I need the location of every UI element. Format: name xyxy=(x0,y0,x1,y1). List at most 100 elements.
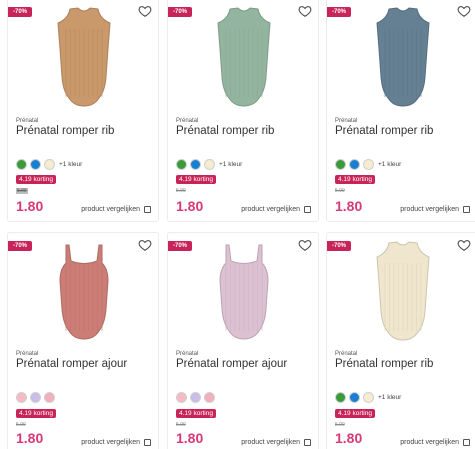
product-brand: Prénatal xyxy=(176,118,199,124)
discount-badge: -70% xyxy=(327,241,352,251)
discount-badge: -70% xyxy=(8,7,33,17)
product-image[interactable] xyxy=(363,5,443,113)
product-image[interactable] xyxy=(363,239,443,347)
product-title[interactable]: Prénatal romper rib xyxy=(335,358,433,370)
color-swatch[interactable] xyxy=(176,391,187,403)
compare-checkbox[interactable] xyxy=(463,206,470,213)
color-swatch[interactable] xyxy=(30,391,41,403)
color-swatches: +1 kleur xyxy=(335,158,401,170)
color-swatch[interactable] xyxy=(204,391,215,403)
product-card[interactable]: -70% Prénatal Prénatal romper ajour 4.19… xyxy=(7,232,159,449)
color-swatches xyxy=(176,391,218,403)
color-swatch[interactable] xyxy=(44,158,55,170)
product-grid: -70% Prénatal Prénatal romper rib +1 kle… xyxy=(0,0,475,449)
compare-checkbox[interactable] xyxy=(144,439,151,446)
color-swatches: +1 kleur xyxy=(335,391,401,403)
product-title[interactable]: Prénatal romper ajour xyxy=(176,358,287,370)
price: 1.80 xyxy=(176,198,204,214)
color-swatch[interactable] xyxy=(30,158,41,170)
color-swatches: +1 kleur xyxy=(16,158,82,170)
discount-badge: -70% xyxy=(168,241,193,251)
product-image[interactable] xyxy=(44,5,124,113)
product-brand: Prénatal xyxy=(335,118,358,124)
compare-product[interactable]: product vergelijken xyxy=(241,439,311,446)
product-image[interactable] xyxy=(204,5,284,113)
old-price: 5.99 xyxy=(16,422,26,428)
discount-badge: -70% xyxy=(168,7,193,17)
heart-icon[interactable] xyxy=(457,238,471,252)
product-card[interactable]: -70% Prénatal Prénatal romper ajour 4.19… xyxy=(167,232,319,449)
color-swatch[interactable] xyxy=(16,391,27,403)
color-swatch[interactable] xyxy=(176,158,187,170)
old-price: 5.99 xyxy=(335,422,345,428)
compare-product[interactable]: product vergelijken xyxy=(81,439,151,446)
color-swatch[interactable] xyxy=(190,158,201,170)
more-colors[interactable]: +1 kleur xyxy=(378,394,401,401)
discount-label: 4.19 korting xyxy=(176,175,216,184)
product-image[interactable] xyxy=(204,239,284,347)
heart-icon[interactable] xyxy=(138,238,152,252)
color-swatch[interactable] xyxy=(204,158,215,170)
compare-label: product vergelijken xyxy=(400,439,459,446)
compare-label: product vergelijken xyxy=(400,206,459,213)
discount-label: 4.19 korting xyxy=(16,175,56,184)
heart-icon[interactable] xyxy=(457,4,471,18)
product-brand: Prénatal xyxy=(16,351,39,357)
price: 1.80 xyxy=(16,198,44,214)
compare-product[interactable]: product vergelijken xyxy=(241,206,311,213)
compare-checkbox[interactable] xyxy=(463,439,470,446)
product-brand: Prénatal xyxy=(16,118,39,124)
heart-icon[interactable] xyxy=(138,4,152,18)
old-price: 5.99 xyxy=(176,188,186,194)
product-brand: Prénatal xyxy=(176,351,199,357)
discount-label: 4.19 korting xyxy=(335,175,375,184)
more-colors[interactable]: +1 kleur xyxy=(59,161,82,168)
old-price: 5.99 xyxy=(16,188,28,194)
old-price: 5.99 xyxy=(176,422,186,428)
compare-product[interactable]: product vergelijken xyxy=(400,439,470,446)
color-swatch[interactable] xyxy=(349,158,360,170)
discount-badge: -70% xyxy=(327,7,352,17)
product-brand: Prénatal xyxy=(335,351,358,357)
discount-label: 4.19 korting xyxy=(176,409,216,418)
color-swatches xyxy=(16,391,58,403)
product-card[interactable]: -70% Prénatal Prénatal romper rib +1 kle… xyxy=(167,0,319,222)
more-colors[interactable]: +1 kleur xyxy=(219,161,242,168)
product-card[interactable]: -70% Prénatal Prénatal romper rib +1 kle… xyxy=(326,232,475,449)
color-swatch[interactable] xyxy=(190,391,201,403)
color-swatch[interactable] xyxy=(44,391,55,403)
discount-badge: -70% xyxy=(8,241,33,251)
compare-label: product vergelijken xyxy=(81,439,140,446)
price: 1.80 xyxy=(335,198,363,214)
product-title[interactable]: Prénatal romper rib xyxy=(16,125,114,137)
price: 1.80 xyxy=(16,430,44,446)
product-title[interactable]: Prénatal romper ajour xyxy=(16,358,127,370)
compare-product[interactable]: product vergelijken xyxy=(400,206,470,213)
compare-label: product vergelijken xyxy=(241,439,300,446)
compare-label: product vergelijken xyxy=(81,206,140,213)
product-card[interactable]: -70% Prénatal Prénatal romper rib +1 kle… xyxy=(7,0,159,222)
compare-checkbox[interactable] xyxy=(304,206,311,213)
product-title[interactable]: Prénatal romper rib xyxy=(335,125,433,137)
heart-icon[interactable] xyxy=(298,4,312,18)
color-swatch[interactable] xyxy=(363,391,374,403)
compare-checkbox[interactable] xyxy=(144,206,151,213)
color-swatch[interactable] xyxy=(335,158,346,170)
heart-icon[interactable] xyxy=(298,238,312,252)
compare-label: product vergelijken xyxy=(241,206,300,213)
product-title[interactable]: Prénatal romper rib xyxy=(176,125,274,137)
product-image[interactable] xyxy=(44,239,124,347)
color-swatch[interactable] xyxy=(16,158,27,170)
color-swatch[interactable] xyxy=(349,391,360,403)
price: 1.80 xyxy=(176,430,204,446)
color-swatches: +1 kleur xyxy=(176,158,242,170)
more-colors[interactable]: +1 kleur xyxy=(378,161,401,168)
product-card[interactable]: -70% Prénatal Prénatal romper rib +1 kle… xyxy=(326,0,475,222)
compare-product[interactable]: product vergelijken xyxy=(81,206,151,213)
compare-checkbox[interactable] xyxy=(304,439,311,446)
discount-label: 4.19 korting xyxy=(335,409,375,418)
color-swatch[interactable] xyxy=(335,391,346,403)
old-price: 5.99 xyxy=(335,188,345,194)
color-swatch[interactable] xyxy=(363,158,374,170)
discount-label: 4.19 korting xyxy=(16,409,56,418)
